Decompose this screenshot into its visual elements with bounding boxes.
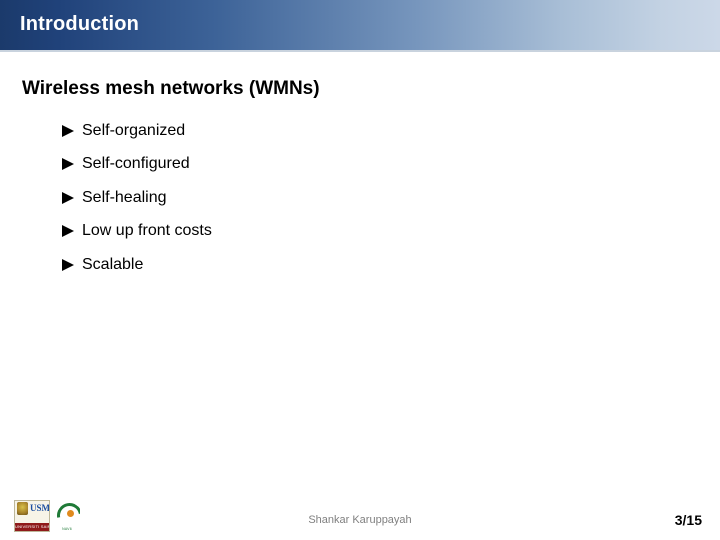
- list-item: Self-configured: [60, 148, 660, 182]
- slide: Introduction Wireless mesh networks (WMN…: [0, 0, 720, 540]
- list-item: Scalable: [60, 248, 660, 282]
- list-item-label: Low up front costs: [82, 222, 212, 240]
- list-item-label: Scalable: [82, 255, 144, 273]
- page-number: 3/15: [674, 512, 702, 528]
- usm-logo-text: USM: [30, 503, 50, 513]
- section-heading: Wireless mesh networks (WMNs): [22, 78, 320, 99]
- page-title: Introduction: [20, 13, 140, 35]
- list-item: Self-healing: [60, 181, 660, 215]
- footer-author: Shankar Karuppayah: [308, 514, 412, 526]
- triangle-right-icon: [62, 124, 74, 137]
- title-divider: [0, 50, 720, 52]
- list-item: Self-organized: [60, 114, 660, 148]
- list-item-label: Self-configured: [82, 155, 190, 173]
- nav6-logo-caption: NAV6: [62, 527, 72, 531]
- triangle-right-icon: [62, 258, 74, 271]
- bullet-list: Self-organized Self-configured Self-heal…: [60, 114, 660, 282]
- slide-title-bar: Introduction: [0, 0, 720, 50]
- triangle-right-icon: [62, 158, 74, 171]
- list-item-label: Self-healing: [82, 188, 167, 206]
- list-item: Low up front costs: [60, 215, 660, 249]
- list-item-label: Self-organized: [82, 121, 186, 139]
- triangle-right-icon: [62, 191, 74, 204]
- triangle-right-icon: [62, 225, 74, 238]
